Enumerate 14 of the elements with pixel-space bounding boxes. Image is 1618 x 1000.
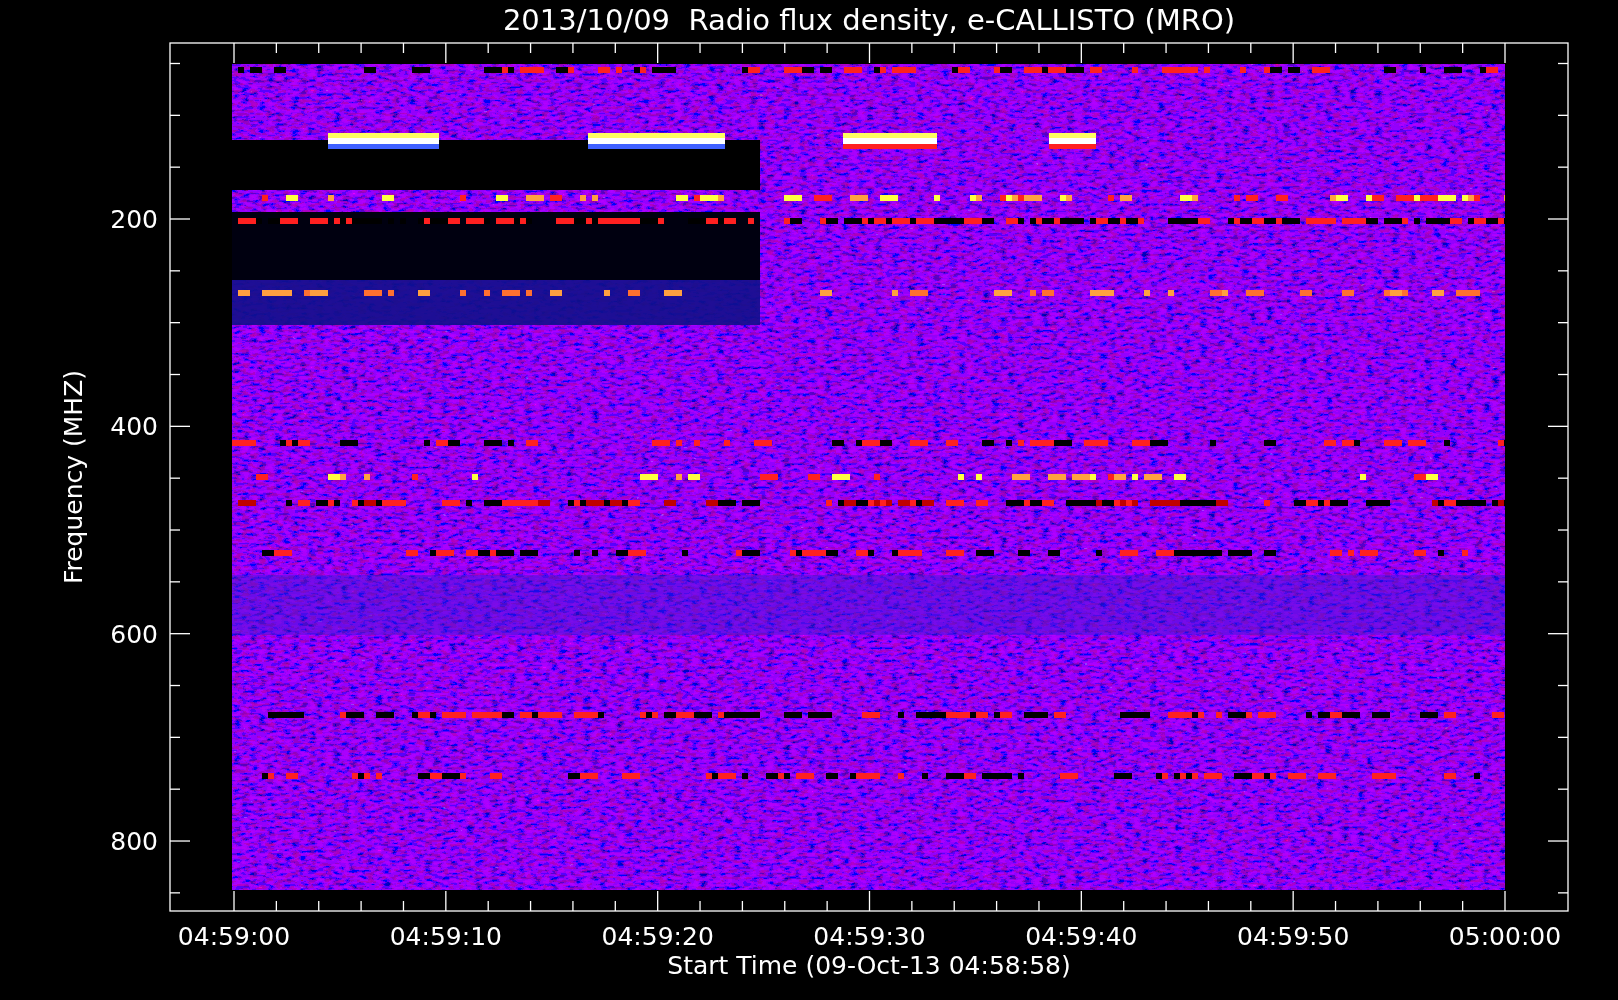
chart-title: 2013/10/09 Radio flux density, e-CALLISTO (MRO) bbox=[502, 3, 1236, 37]
x-tick-label: 04:59:10 bbox=[389, 922, 502, 951]
x-tick-label: 04:59:50 bbox=[1237, 922, 1350, 951]
x-tick-label: 04:59:00 bbox=[177, 922, 291, 951]
y-tick-label: 800 bbox=[110, 827, 158, 856]
x-tick-label: 04:59:20 bbox=[601, 922, 714, 951]
x-tick-label: 05:00:00 bbox=[1448, 922, 1562, 951]
x-tick-label: 04:59:30 bbox=[813, 922, 926, 951]
y-tick-label: 200 bbox=[110, 205, 158, 234]
y-axis-label: Frequency (MHZ) bbox=[59, 369, 88, 585]
y-tick-label: 600 bbox=[110, 619, 158, 649]
x-axis-label: Start Time (09-Oct-13 04:58:58) bbox=[667, 951, 1071, 980]
y-tick-label: 400 bbox=[110, 412, 158, 442]
x-tick-label: 04:59:40 bbox=[1025, 922, 1138, 951]
